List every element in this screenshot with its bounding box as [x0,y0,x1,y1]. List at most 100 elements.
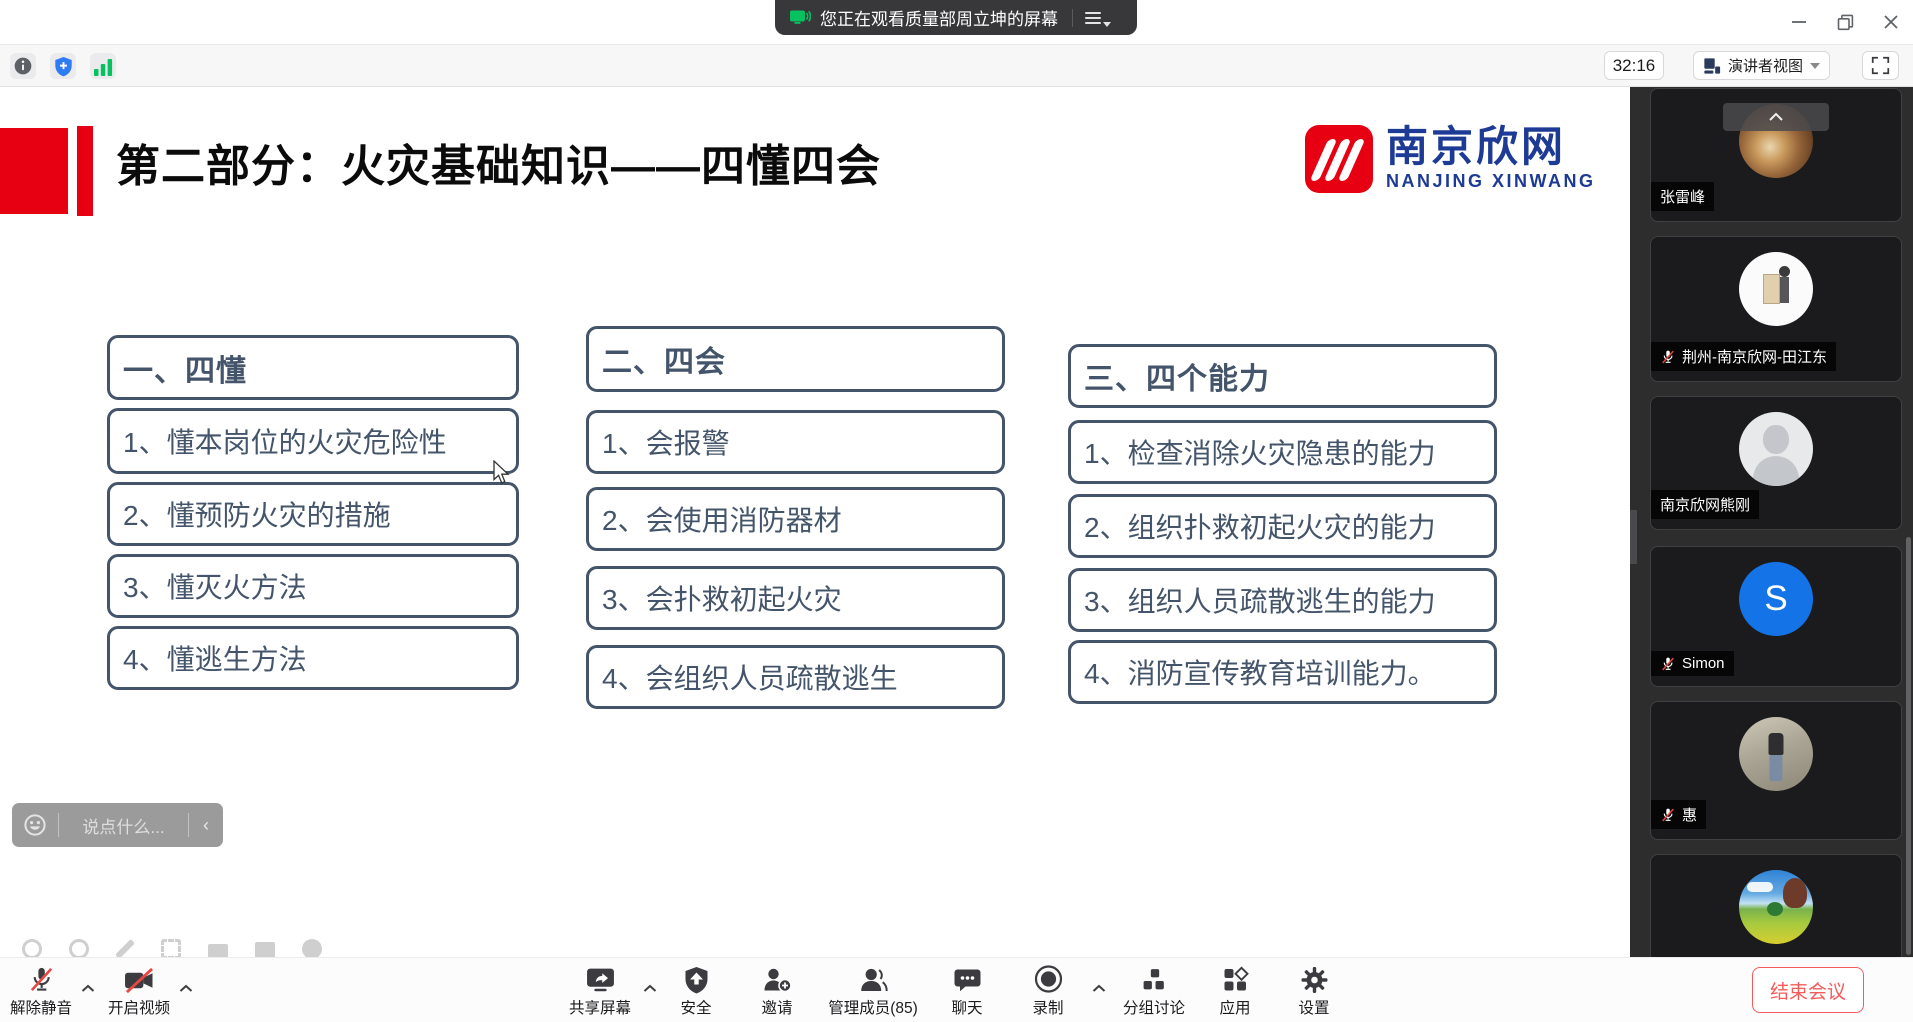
banner-menu-icon[interactable] [1085,8,1111,28]
chat-quick-bar: 说点什么... ‹ [12,803,223,847]
meeting-toolbar: 32:16 演讲者视图 [0,44,1913,87]
chat-button[interactable]: 聊天 [951,963,982,1018]
participant-tile[interactable] [1650,854,1902,957]
video-options-chevron[interactable] [179,980,194,998]
end-meeting-button[interactable]: 结束会议 [1752,967,1864,1013]
select-frame-icon[interactable] [161,939,181,957]
share-banner-text: 您正在观看质量部周立坤的屏幕 [820,5,1058,30]
camera-off-icon [122,967,155,994]
participant-tile[interactable]: 荆州-南京欣网-田江东 [1650,236,1902,382]
shield-plus-icon [54,56,73,77]
fullscreen-button[interactable] [1862,51,1899,80]
start-video-button[interactable]: 开启视频 [108,963,170,1018]
restore-button[interactable] [1835,12,1855,32]
column1-item: 2、懂预防火灾的措施 [107,482,519,546]
avatar [1739,717,1813,791]
close-button[interactable] [1881,12,1901,32]
participant-name: 南京欣网熊刚 [1651,490,1759,519]
company-logo: 南京欣网 NANJING XINWANG [1305,125,1596,193]
column3-item: 3、组织人员疏散逃生的能力 [1068,568,1497,632]
share-screen-button[interactable]: 共享屏幕 [569,963,631,1018]
members-icon [858,966,888,994]
title-red-bar [77,126,93,216]
mic-muted-icon [1660,807,1676,823]
record-options-chevron[interactable] [1092,980,1107,998]
speaker-view-icon [1703,57,1721,75]
participant-tile[interactable]: S Simon [1650,546,1902,687]
window-titlebar: 您正在观看质量部周立坤的屏幕 [0,0,1913,44]
security-button[interactable]: 安全 [680,963,711,1018]
chat-collapse-button[interactable]: ‹ [189,815,223,836]
screen-share-banner: 您正在观看质量部周立坤的屏幕 [775,0,1137,35]
view-mode-label: 演讲者视图 [1728,55,1803,76]
mute-options-chevron[interactable] [81,980,96,998]
unmute-button[interactable]: 解除静音 [10,963,72,1018]
logo-name-en: NANJING XINWANG [1386,171,1596,192]
column1-header: 一、四懂 [107,335,519,400]
apps-button[interactable]: 应用 [1219,963,1250,1018]
redo-icon[interactable] [69,939,89,957]
breakout-squares-icon [1140,967,1167,994]
mic-muted-icon [1660,349,1676,365]
chat-input[interactable]: 说点什么... [59,813,188,838]
column3-item: 1、检查消除火灾隐患的能力 [1068,420,1497,484]
share-screen-icon [584,966,615,994]
sidebar-collapse-up-button[interactable] [1723,103,1829,131]
minimize-button[interactable] [1789,12,1809,32]
apps-grid-icon [1221,966,1249,994]
avatar [1739,870,1813,944]
column2-item: 2、会使用消防器材 [586,487,1005,551]
invite-person-icon [762,966,792,994]
manage-members-button[interactable]: 管理成员(85) [828,963,918,1018]
participant-name: Simon [1651,651,1734,676]
sidebar-scrollbar[interactable] [1906,537,1911,955]
record-icon [1033,964,1063,994]
meeting-timer: 32:16 [1604,51,1664,80]
security-shield-icon [683,966,709,994]
participant-tile[interactable]: 惠 [1650,701,1902,840]
pencil-icon[interactable] [115,939,135,957]
title-red-block [0,128,68,214]
breakout-rooms-button[interactable]: 分组讨论 [1123,963,1185,1018]
undo-icon[interactable] [22,939,42,957]
share-options-chevron[interactable] [643,980,658,998]
mic-muted-icon [26,965,55,994]
invite-button[interactable]: 邀请 [761,963,792,1018]
column1-item: 3、懂灭火方法 [107,554,519,618]
save-icon[interactable] [255,942,275,957]
more-tools-icon[interactable] [302,939,322,957]
avatar: S [1739,562,1813,636]
participant-tile[interactable]: 南京欣网熊刚 [1650,396,1902,530]
video-capture-icon[interactable] [208,944,228,958]
participant-name: 惠 [1651,800,1706,829]
slide-title: 第二部分：火灾基础知识——四懂四会 [116,121,881,213]
avatar [1739,412,1813,486]
meeting-info-button[interactable] [10,53,36,79]
mic-muted-icon [1660,656,1676,672]
screen-share-icon [789,9,811,27]
settings-button[interactable]: 设置 [1298,963,1329,1018]
meeting-security-button[interactable] [50,53,76,79]
view-mode-button[interactable]: 演讲者视图 [1693,51,1830,80]
avatar [1739,252,1813,326]
chevron-down-icon [1810,63,1820,69]
smiley-icon [23,813,47,837]
sidebar-collapse-handle[interactable]: › [1630,510,1637,564]
column3-item: 4、消防宣传教育培训能力。 [1068,640,1497,704]
record-button[interactable]: 录制 [1032,963,1063,1018]
faded-annotation-toolbar [22,938,322,957]
participants-sidebar: › 张雷峰 荆州-南京欣网-田江东 [1630,87,1913,957]
participant-tile[interactable]: 张雷峰 [1650,88,1902,222]
info-icon [13,56,33,76]
column2-item: 3、会扑救初起火灾 [586,566,1005,630]
column2-item: 4、会组织人员疏散逃生 [586,645,1005,709]
column1-item: 4、懂逃生方法 [107,626,519,690]
chat-bubble-icon [953,967,981,994]
participant-name: 张雷峰 [1651,182,1714,211]
shared-screen-slide: 第二部分：火灾基础知识——四懂四会 南京欣网 NANJING XINWANG 一… [0,87,1630,957]
banner-divider [1072,9,1073,27]
emoji-button[interactable] [12,813,58,837]
participant-name: 荆州-南京欣网-田江东 [1651,342,1836,371]
gear-icon [1300,966,1328,994]
network-status-button[interactable] [90,53,116,79]
